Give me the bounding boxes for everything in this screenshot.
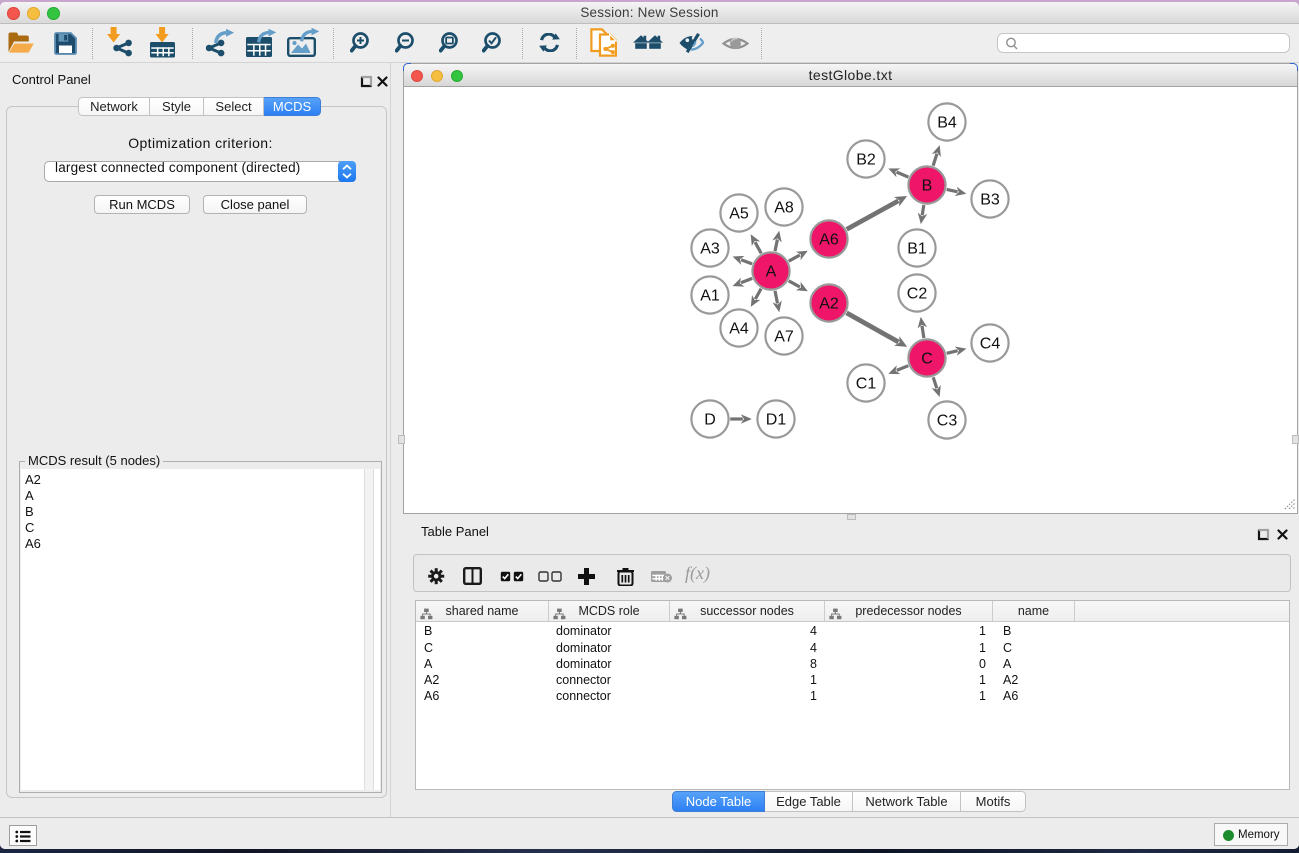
svg-text:C1: C1 [856,376,877,393]
svg-text:A7: A7 [774,329,794,346]
svg-text:C: C [921,351,933,368]
svg-text:C3: C3 [937,413,958,430]
svg-text:D1: D1 [766,412,787,429]
svg-text:A8: A8 [774,200,794,217]
svg-text:B: B [922,178,933,195]
svg-text:A5: A5 [729,206,749,223]
svg-text:C2: C2 [907,286,928,303]
svg-text:A1: A1 [700,288,720,305]
svg-text:C4: C4 [980,336,1001,353]
svg-text:A3: A3 [700,241,720,258]
svg-text:A2: A2 [819,296,839,313]
svg-text:A6: A6 [819,232,839,249]
svg-text:B2: B2 [856,152,876,169]
svg-text:A4: A4 [729,321,749,338]
svg-text:B3: B3 [980,192,1000,209]
svg-text:A: A [766,264,777,281]
svg-text:B4: B4 [937,115,957,132]
svg-text:D: D [704,412,716,429]
svg-text:B1: B1 [907,241,927,258]
